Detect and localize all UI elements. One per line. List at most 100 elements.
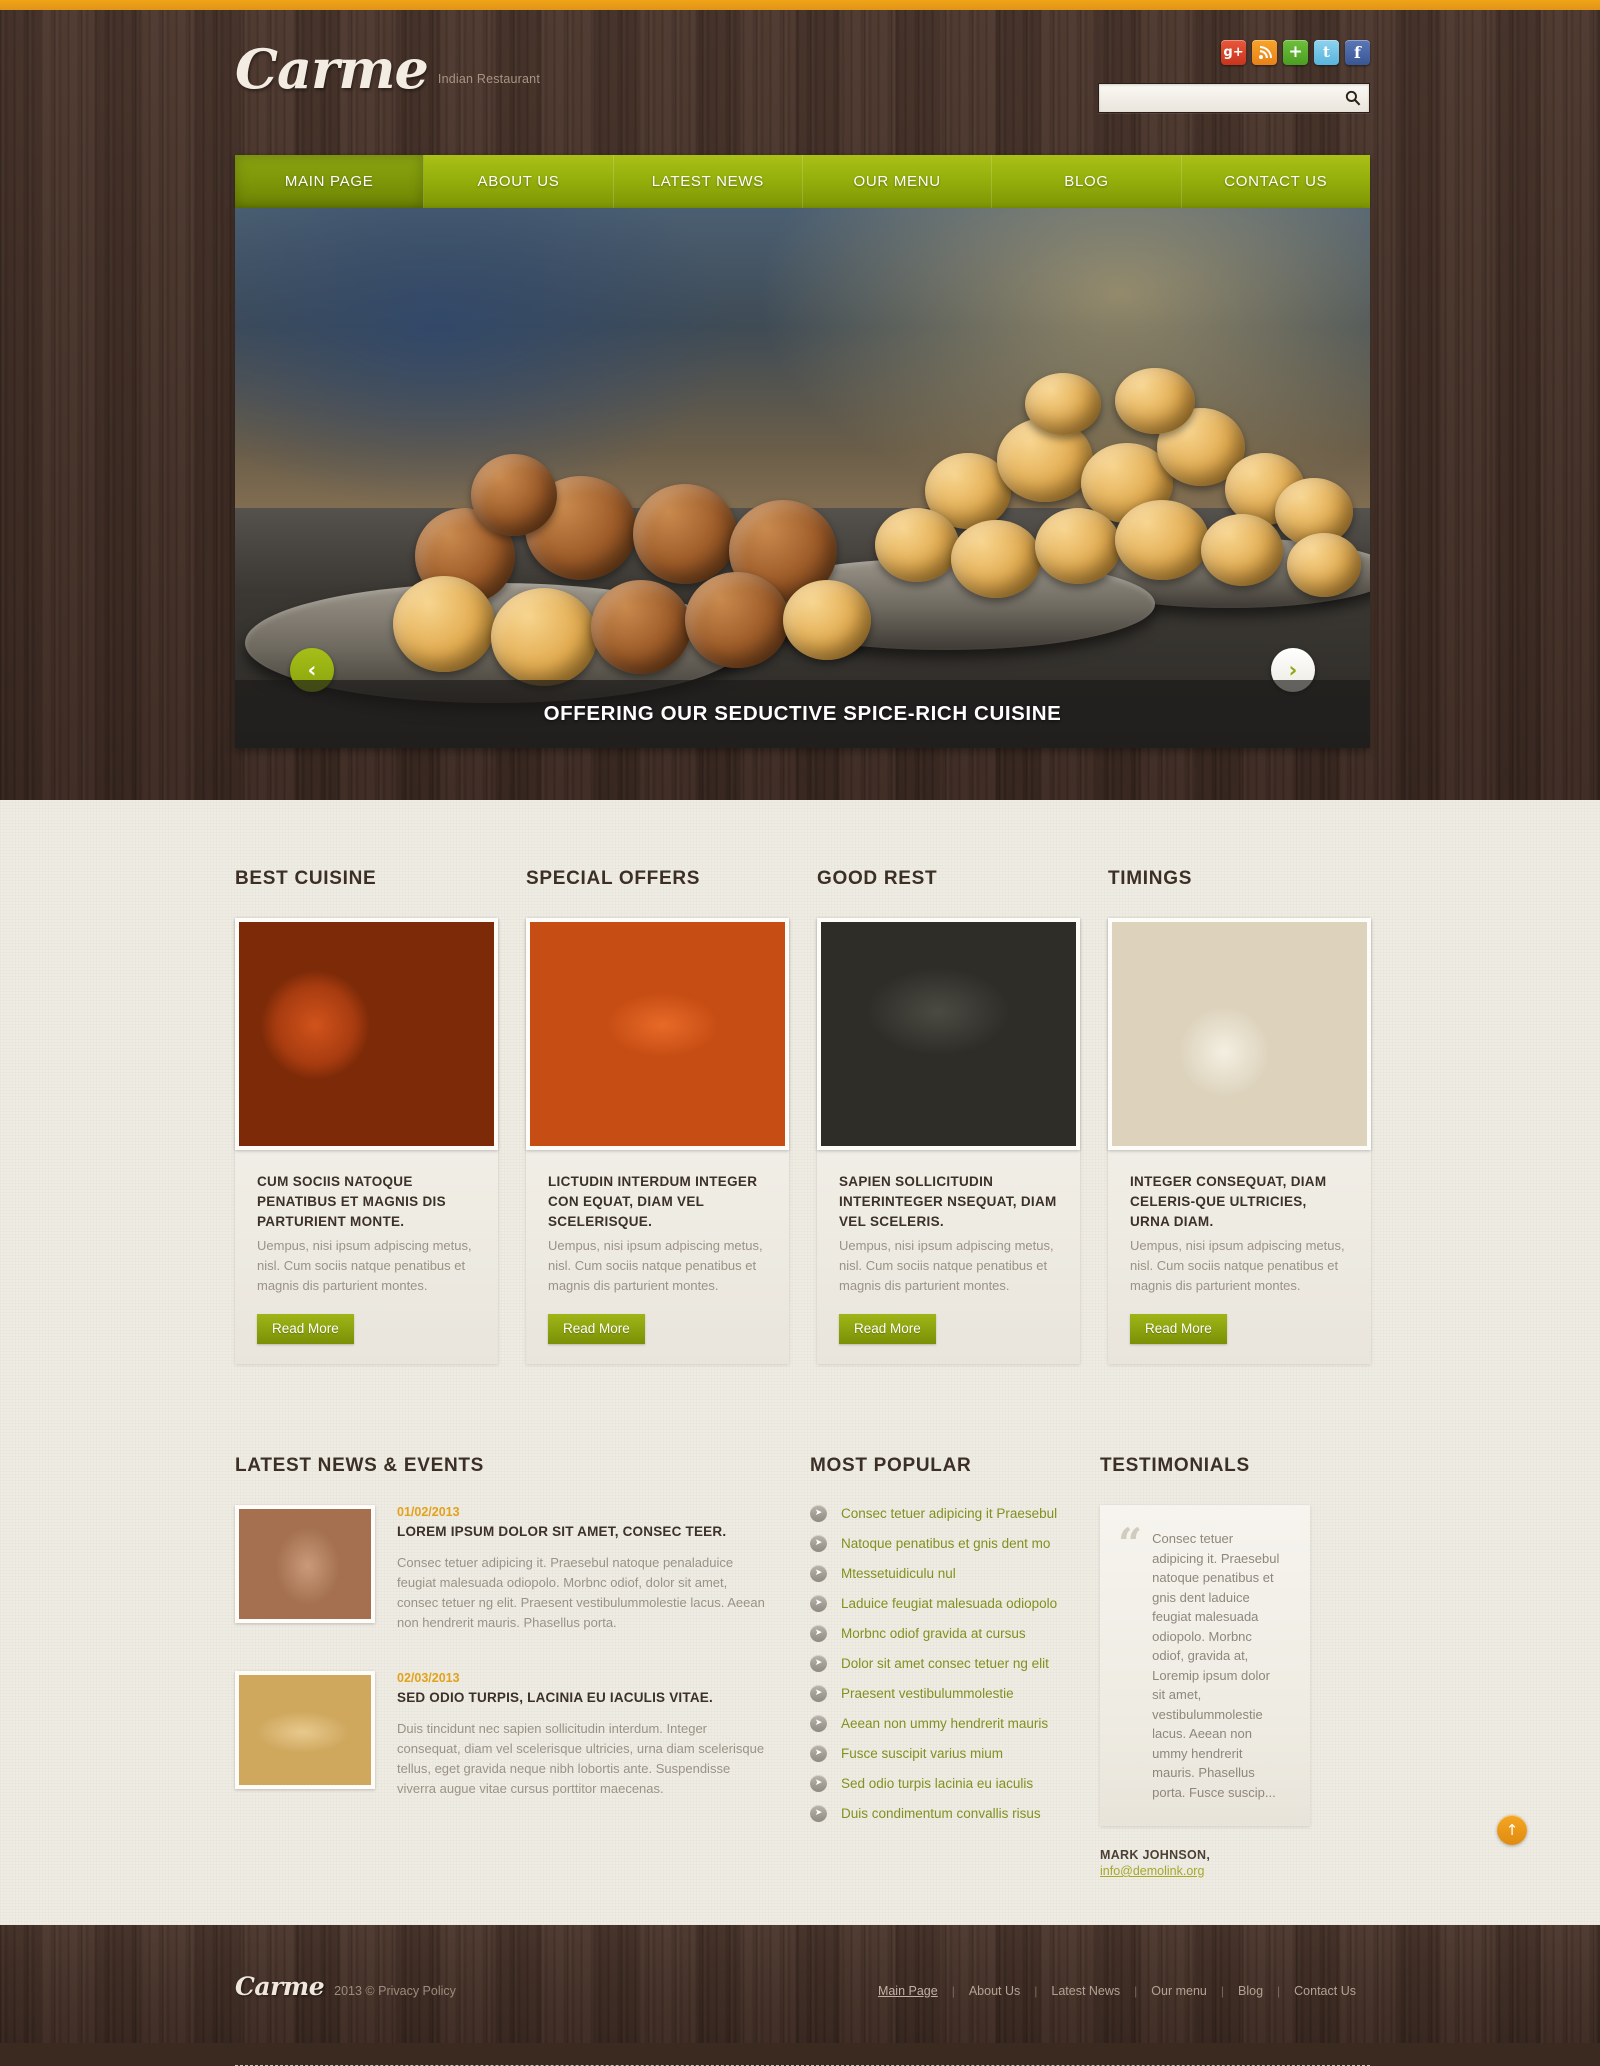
feature-cards: BEST CUISINE CUM SOCIIS NATOQUE PENATIBU… — [235, 868, 1371, 1364]
arrow-circle-icon: ➤ — [810, 1595, 827, 1612]
feature-image — [817, 918, 1080, 1150]
rss-icon[interactable] — [1252, 40, 1277, 65]
slider-caption: OFFERING OUR SEDUCTIVE SPICE-RICH CUISIN… — [235, 680, 1370, 748]
list-item-label: Praesent vestibulummolestie — [841, 1686, 1014, 1701]
feature-image — [1108, 918, 1371, 1150]
feature-image — [235, 918, 498, 1150]
testimonial-card: “ Consec tetuer adipicing it. Praesebul … — [1100, 1505, 1310, 1826]
list-item[interactable]: ➤ Aeean non ummy hendrerit mauris — [810, 1715, 1080, 1732]
footer-link-our-menu[interactable]: Our menu — [1137, 1984, 1221, 1998]
list-item[interactable]: ➤ Morbnc odiof gravida at cursus — [810, 1625, 1080, 1642]
feature-text: Uempus, nisi ipsum adpiscing metus, nisl… — [548, 1238, 763, 1293]
footer-link-contact-us[interactable]: Contact Us — [1280, 1984, 1370, 1998]
latest-news-column: LATEST NEWS & EVENTS 01/02/2013 LOREM IP… — [235, 1455, 765, 1837]
nav-item-latest-news[interactable]: LATEST NEWS — [614, 155, 803, 208]
news-thumbnail[interactable] — [235, 1505, 375, 1623]
testimonials-heading: TESTIMONIALS — [1100, 1455, 1250, 1476]
feature-text: Uempus, nisi ipsum adpiscing metus, nisl… — [1130, 1238, 1345, 1293]
news-date: 02/03/2013 — [397, 1671, 460, 1685]
nav-item-blog[interactable]: BLOG — [992, 155, 1182, 208]
most-popular-list: ➤ Consec tetuer adipicing it Praesebul ➤… — [810, 1505, 1080, 1822]
feature-text: Uempus, nisi ipsum adpiscing metus, nisl… — [257, 1238, 472, 1293]
read-more-button[interactable]: Read More — [1130, 1314, 1227, 1344]
twitter-icon[interactable]: t — [1314, 40, 1339, 65]
read-more-button[interactable]: Read More — [839, 1314, 936, 1344]
search-input[interactable] — [1099, 90, 1337, 106]
slider-caption-text: OFFERING OUR SEDUCTIVE SPICE-RICH CUISIN… — [543, 702, 1062, 725]
testimonial-email-link[interactable]: info@demolink.org — [1100, 1864, 1204, 1878]
list-item[interactable]: ➤ Sed odio turpis lacinia eu iaculis — [810, 1775, 1080, 1792]
feature-card-timings: TIMINGS INTEGER CONSEQUAT, DIAM CELERIS-… — [1108, 868, 1371, 1364]
main-navigation: MAIN PAGE ABOUT US LATEST NEWS OUR MENU … — [235, 155, 1370, 208]
arrow-circle-icon: ➤ — [810, 1565, 827, 1582]
site-header: Carme Indian Restaurant g+ + t f MAIN PA… — [0, 10, 1600, 800]
feature-title: CUM SOCIIS NATOQUE PENATIBUS ET MAGNIS D… — [257, 1174, 446, 1229]
facebook-icon[interactable]: f — [1345, 40, 1370, 65]
quote-icon: “ — [1118, 1519, 1143, 1568]
arrow-circle-icon: ➤ — [810, 1805, 827, 1822]
list-item[interactable]: ➤ Mtessetuidiculu nul — [810, 1565, 1080, 1582]
arrow-circle-icon: ➤ — [810, 1715, 827, 1732]
read-more-button[interactable]: Read More — [548, 1314, 645, 1344]
list-item[interactable]: ➤ Duis condimentum convallis risus — [810, 1805, 1080, 1822]
list-item[interactable]: ➤ Dolor sit amet consec tetuer ng elit — [810, 1655, 1080, 1672]
list-item[interactable]: ➤ Praesent vestibulummolestie — [810, 1685, 1080, 1702]
latest-news-heading: LATEST NEWS & EVENTS — [235, 1455, 485, 1476]
footer-link-latest-news[interactable]: Latest News — [1037, 1984, 1134, 1998]
list-item-label: Fusce suscipit varius mium — [841, 1746, 1004, 1761]
list-item-label: Dolor sit amet consec tetuer ng elit — [841, 1656, 1049, 1671]
news-title[interactable]: SED ODIO TURPIS, LACINIA EU IACULIS VITA… — [397, 1688, 765, 1707]
search-button[interactable] — [1337, 84, 1369, 112]
feature-card-special-offers: SPECIAL OFFERS LICTUDIN INTERDUM INTEGER… — [526, 868, 789, 1364]
most-popular-column: MOST POPULAR ➤ Consec tetuer adipicing i… — [810, 1455, 1080, 1835]
footer-link-about-us[interactable]: About Us — [955, 1984, 1034, 1998]
hero-slider: ‹ › OFFERING OUR SEDUCTIVE SPICE-RICH CU… — [235, 208, 1370, 748]
read-more-button[interactable]: Read More — [257, 1314, 354, 1344]
footer-navigation: Main Page | About Us | Latest News | Our… — [864, 1984, 1370, 1998]
feature-title: LICTUDIN INTERDUM INTEGER CON EQUAT, DIA… — [548, 1174, 758, 1229]
footer-copyright: 2013 © Privacy Policy — [334, 1984, 456, 1998]
news-title[interactable]: LOREM IPSUM DOLOR SIT AMET, CONSEC TEER. — [397, 1522, 765, 1541]
arrow-circle-icon: ➤ — [810, 1685, 827, 1702]
search-box — [1098, 83, 1370, 113]
testimonial-author: MARK JOHNSON, — [1100, 1848, 1211, 1862]
feature-card-best-cuisine: BEST CUISINE CUM SOCIIS NATOQUE PENATIBU… — [235, 868, 498, 1364]
feature-image — [526, 918, 789, 1150]
google-plus-icon[interactable]: g+ — [1221, 40, 1246, 65]
list-item-label: Consec tetuer adipicing it Praesebul — [841, 1506, 1058, 1521]
slide-image — [235, 208, 1370, 748]
list-item-label: Laduice feugiat malesuada odiopolo — [841, 1596, 1058, 1611]
nav-item-contact-us[interactable]: CONTACT US — [1182, 155, 1370, 208]
nav-item-about-us[interactable]: ABOUT US — [424, 155, 614, 208]
nav-item-main-page[interactable]: MAIN PAGE — [235, 155, 425, 208]
news-text: Consec tetuer adipicing it. Praesebul na… — [397, 1555, 765, 1630]
search-icon — [1345, 90, 1361, 106]
feature-text: Uempus, nisi ipsum adpiscing metus, nisl… — [839, 1238, 1054, 1293]
arrow-circle-icon: ➤ — [810, 1745, 827, 1762]
arrow-up-icon: ↑ — [1505, 1820, 1519, 1839]
testimonials-column: TESTIMONIALS “ Consec tetuer adipicing i… — [1100, 1455, 1370, 1880]
arrow-circle-icon: ➤ — [810, 1655, 827, 1672]
news-item: 02/03/2013 SED ODIO TURPIS, LACINIA EU I… — [235, 1671, 765, 1799]
list-item-label: Natoque penatibus et gnis dent mo — [841, 1536, 1051, 1551]
feature-heading: TIMINGS — [1108, 868, 1193, 889]
footer-logo[interactable]: Carme — [235, 1972, 325, 2001]
chevron-left-icon: ‹ — [307, 657, 317, 682]
top-accent-bar — [0, 0, 1600, 10]
news-item: 01/02/2013 LOREM IPSUM DOLOR SIT AMET, C… — [235, 1505, 765, 1633]
footer-link-main-page[interactable]: Main Page — [864, 1984, 952, 1998]
list-item[interactable]: ➤ Consec tetuer adipicing it Praesebul — [810, 1505, 1080, 1522]
list-item[interactable]: ➤ Laduice feugiat malesuada odiopolo — [810, 1595, 1080, 1612]
list-item[interactable]: ➤ Fusce suscipit varius mium — [810, 1745, 1080, 1762]
feature-heading: BEST CUISINE — [235, 868, 377, 889]
logo-tagline: Indian Restaurant — [437, 72, 540, 86]
nav-item-our-menu[interactable]: OUR MENU — [803, 155, 993, 208]
rss-glyph — [1258, 45, 1272, 59]
list-item[interactable]: ➤ Natoque penatibus et gnis dent mo — [810, 1535, 1080, 1552]
site-logo[interactable]: Carme Indian Restaurant — [235, 40, 540, 98]
scroll-to-top-button[interactable]: ↑ — [1497, 1815, 1527, 1845]
addthis-icon[interactable]: + — [1283, 40, 1308, 65]
site-footer: Carme 2013 © Privacy Policy Main Page | … — [0, 1925, 1600, 2043]
news-thumbnail[interactable] — [235, 1671, 375, 1789]
footer-link-blog[interactable]: Blog — [1224, 1984, 1277, 1998]
